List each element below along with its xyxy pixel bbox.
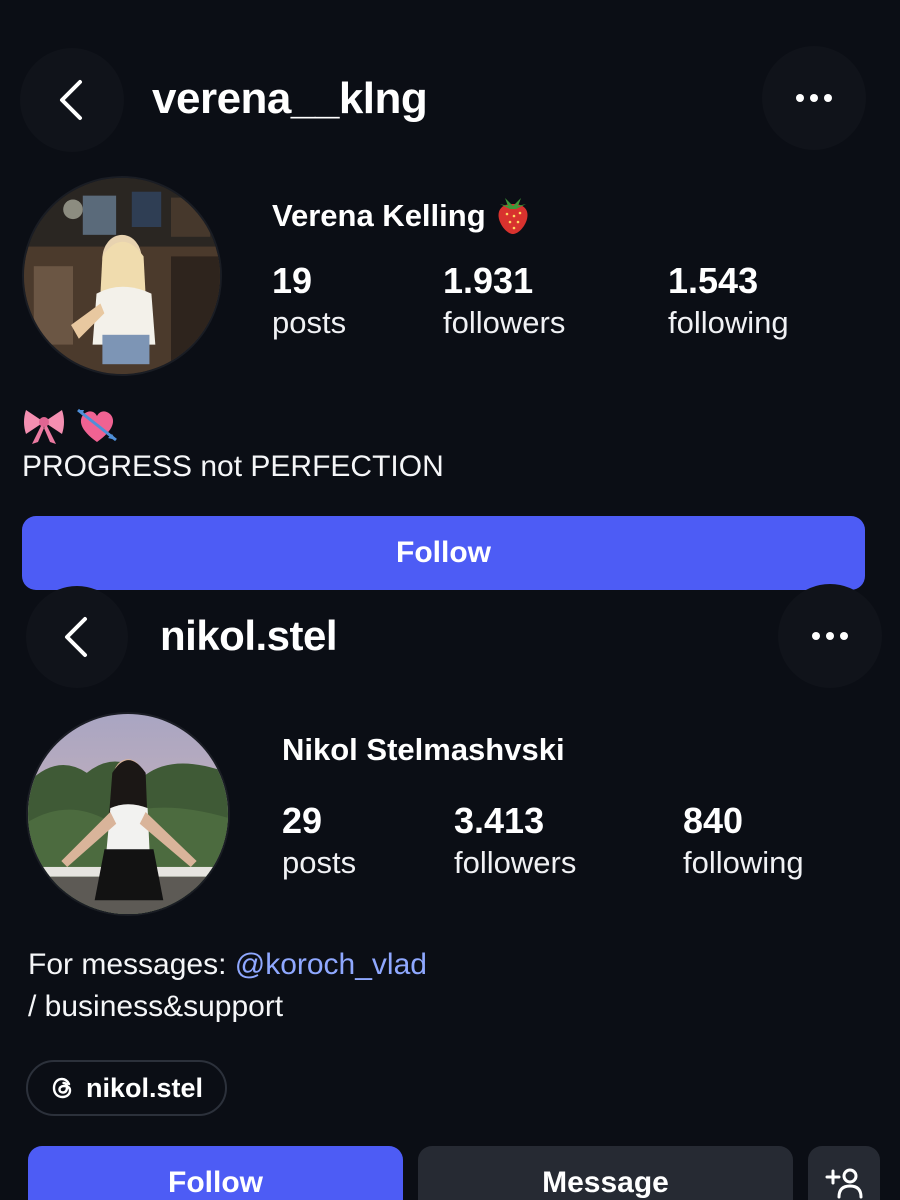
followers-label: followers xyxy=(454,845,577,880)
display-name: Verena Kelling xyxy=(272,194,532,234)
bio-emojis xyxy=(22,404,120,446)
threads-handle: nikol.stel xyxy=(86,1072,204,1103)
threads-icon xyxy=(52,1077,72,1099)
avatar-photo xyxy=(28,714,228,914)
more-horizontal-icon xyxy=(796,94,832,102)
chevron-left-icon xyxy=(60,80,82,120)
following-label: following xyxy=(683,845,804,880)
bio-mention-link[interactable]: @koroch_vlad xyxy=(235,948,427,981)
bio-text-line2: / business&support xyxy=(28,990,284,1023)
avatar[interactable] xyxy=(22,176,222,376)
more-options-button[interactable] xyxy=(778,584,882,688)
following-count: 1.543 xyxy=(668,260,759,301)
posts-label: posts xyxy=(272,305,347,340)
strawberry-icon xyxy=(498,198,528,234)
back-button[interactable] xyxy=(20,48,124,152)
avatar[interactable] xyxy=(26,712,230,916)
posts-count: 19 xyxy=(272,260,313,301)
chevron-left-icon xyxy=(65,617,87,657)
more-options-button[interactable] xyxy=(762,46,866,150)
display-name: Nikol Stelmashvski xyxy=(282,732,565,767)
following-count: 840 xyxy=(683,800,744,841)
suggest-people-button[interactable] xyxy=(808,1146,880,1200)
followers-count: 3.413 xyxy=(454,800,545,841)
following-label: following xyxy=(668,305,789,340)
bio-text: PROGRESS not PERFECTION xyxy=(22,450,444,483)
followers-label: followers xyxy=(443,305,566,340)
posts-count: 29 xyxy=(282,800,323,841)
profile-username: verena__klng xyxy=(152,74,428,123)
add-person-icon xyxy=(825,1168,863,1199)
more-horizontal-icon xyxy=(812,632,848,640)
heart-with-arrow-icon xyxy=(77,408,118,442)
bio-prefix: For messages: xyxy=(28,948,235,981)
bio-text: For messages: @koroch_vlad xyxy=(28,948,427,982)
back-button[interactable] xyxy=(26,586,128,688)
followers-count: 1.931 xyxy=(443,260,534,301)
message-button[interactable]: Message xyxy=(418,1146,793,1200)
follow-button[interactable]: Follow xyxy=(28,1146,403,1200)
avatar-photo xyxy=(24,178,220,374)
threads-link[interactable]: nikol.stel xyxy=(26,1060,228,1116)
follow-button[interactable]: Follow xyxy=(22,516,865,590)
ribbon-icon xyxy=(24,410,64,444)
posts-label: posts xyxy=(282,845,357,880)
profile-username: nikol.stel xyxy=(160,612,338,659)
